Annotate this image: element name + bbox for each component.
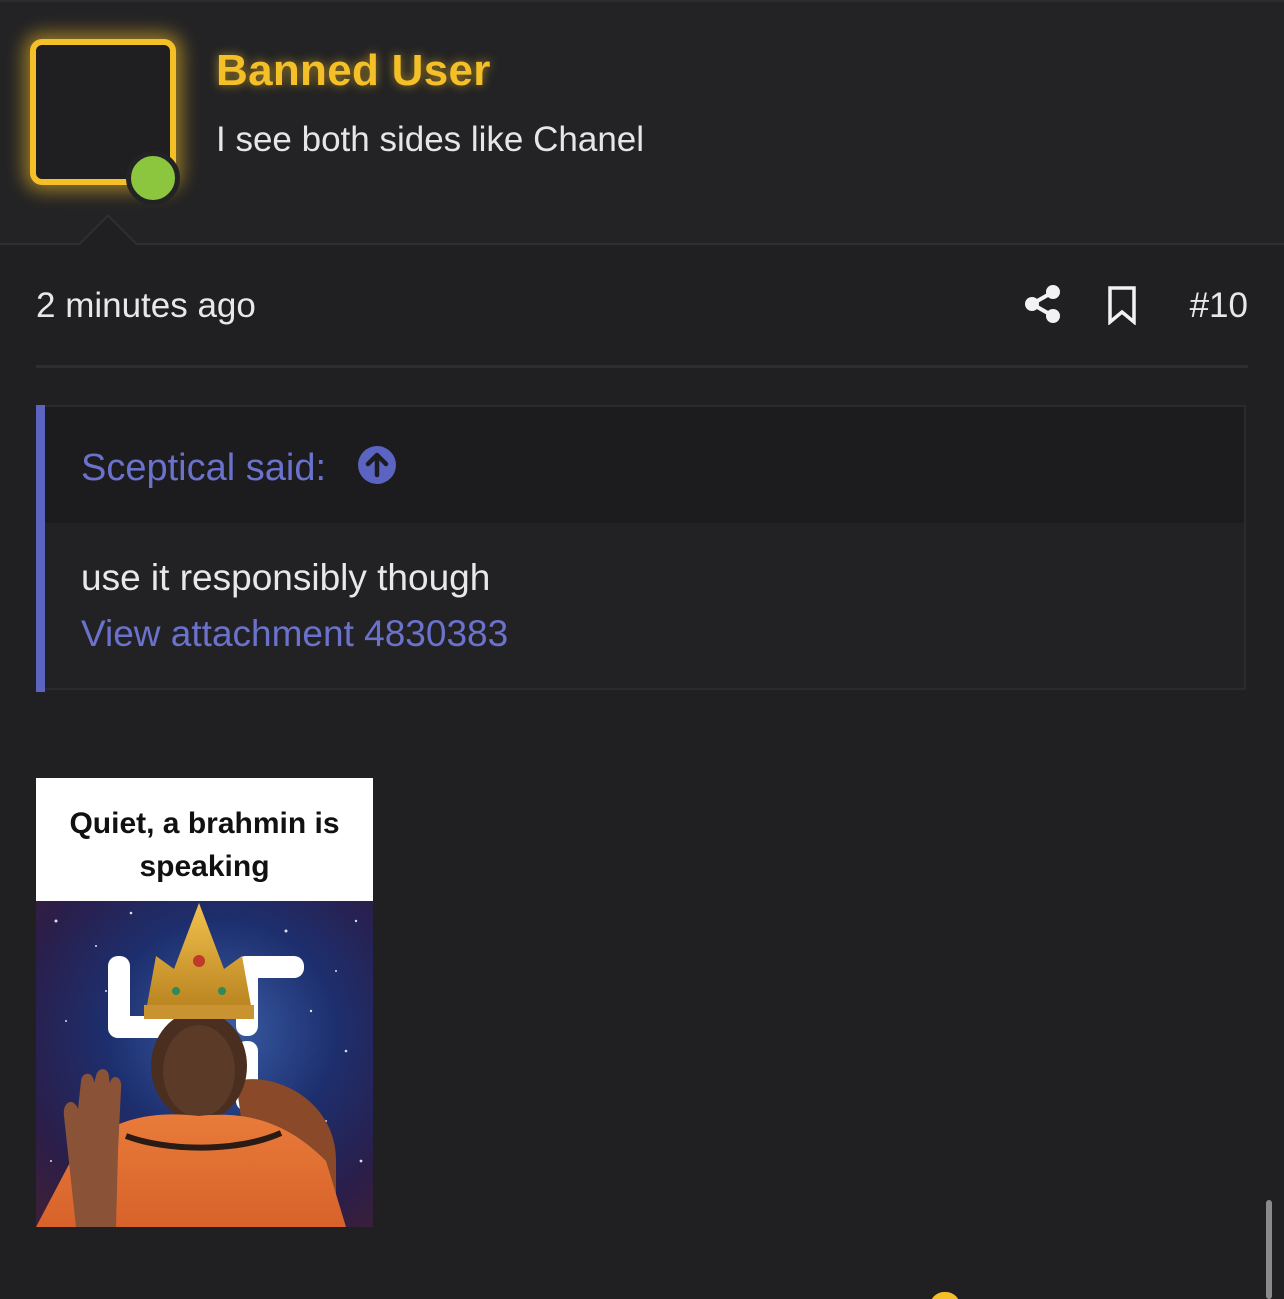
post-user-header: Banned User I see both sides like Chanel: [0, 2, 1284, 245]
quote-accent-bar: [36, 405, 45, 692]
user-title: I see both sides like Chanel: [216, 120, 645, 159]
attachment-link[interactable]: View attachment 4830383: [81, 613, 508, 655]
post-number-link[interactable]: #10: [1190, 286, 1248, 326]
meta-divider: [36, 365, 1248, 368]
header-pointer-fill: [80, 217, 136, 245]
quote-text: use it responsibly though: [81, 557, 491, 598]
post-meta-row: 2 minutes ago #10: [36, 280, 1248, 334]
image-scene: [36, 901, 373, 1227]
share-icon[interactable]: [1024, 284, 1062, 324]
attachment-image[interactable]: Quiet, a brahmin is speaking: [36, 778, 373, 1227]
arrow-up-circle-icon[interactable]: [357, 445, 397, 485]
image-caption: Quiet, a brahmin is speaking: [69, 807, 340, 883]
reaction-icon: [930, 1292, 960, 1299]
quote-author-label[interactable]: Sceptical said:: [81, 447, 326, 490]
avatar[interactable]: [30, 39, 180, 205]
username[interactable]: Banned User: [216, 46, 491, 96]
scrollbar[interactable]: [1266, 1200, 1272, 1299]
post-timestamp[interactable]: 2 minutes ago: [36, 286, 256, 326]
quote-block: Sceptical said: use it responsibly thoug…: [36, 405, 1246, 690]
bookmark-icon[interactable]: [1106, 285, 1138, 325]
forum-post-page: Banned User I see both sides like Chanel…: [0, 0, 1284, 1299]
quote-header: Sceptical said:: [45, 407, 1244, 523]
online-status-indicator: [126, 151, 180, 205]
